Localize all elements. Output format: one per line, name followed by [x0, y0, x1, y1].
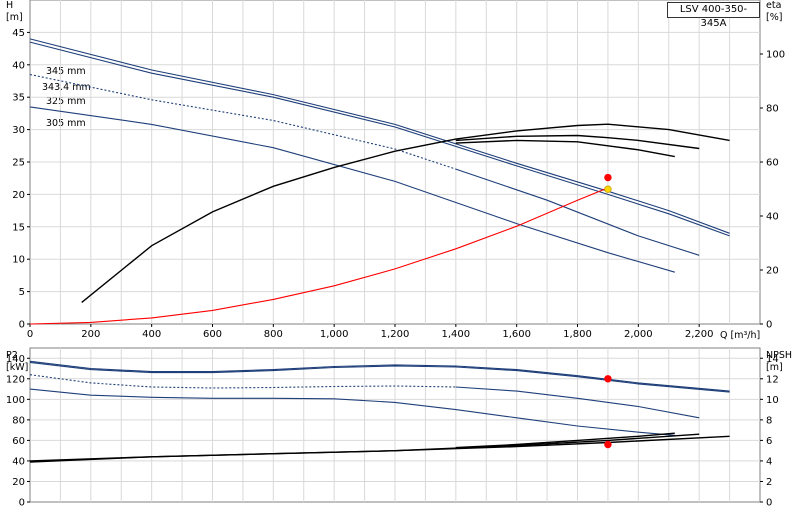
- power_npsh-series-4: [29, 388, 675, 436]
- power_npsh-y2tick-label: 4: [766, 456, 772, 467]
- plot-layer: 0510152025303540450204060801000 200 400 600…: [6, 0, 785, 509]
- head-xtick-label: 400: [142, 329, 161, 340]
- head-y2tick-label: 20: [766, 266, 779, 277]
- head-ytick-label: 35: [12, 93, 25, 104]
- power_npsh-y2tick-label: 12: [766, 374, 779, 385]
- head-ytick-label: 30: [12, 125, 25, 136]
- power_npsh-y2tick-label: 14: [766, 354, 779, 365]
- head-xtick-label: 200: [81, 329, 100, 340]
- model-label: LSV 400-350-345A: [667, 2, 760, 29]
- head-y2tick-label: 0: [766, 320, 772, 331]
- head-xtick-label: 1,600: [502, 329, 531, 340]
- power_npsh-y2tick-label: 2: [766, 477, 772, 488]
- head-xtick-label: 1,000: [320, 329, 349, 340]
- head-xtick-label: 1,400: [442, 329, 471, 340]
- power_npsh-ytick-label: 40: [12, 456, 25, 467]
- head-xtick-label: 1,200: [381, 329, 410, 340]
- head-ytick-label: 20: [12, 190, 25, 201]
- label-305mm: 305 mm: [46, 118, 86, 129]
- power_npsh-duty-point-1: [604, 440, 612, 449]
- power_npsh-ytick-label: 80: [12, 415, 25, 426]
- power_npsh-ytick-label: 120: [6, 374, 25, 385]
- head-xtick-label: 2,000: [624, 329, 653, 340]
- power_npsh-ytick-label: 60: [12, 436, 25, 447]
- power_npsh-y2tick-label: 8: [766, 415, 772, 426]
- head-ytick-label: 5: [19, 287, 25, 298]
- h-axis-unit: [m]: [6, 12, 23, 23]
- power_npsh-series-0: [29, 360, 730, 392]
- head-ytick-label: 15: [12, 222, 25, 233]
- label-343-4mm: 343.4 mm: [42, 82, 91, 93]
- power_npsh-y2tick-label: 6: [766, 436, 772, 447]
- eta-axis-title: eta: [766, 0, 781, 11]
- head-series-5: [29, 187, 609, 325]
- head-y2tick-label: 40: [766, 212, 779, 223]
- power_npsh-ytick-label: 0: [19, 498, 25, 509]
- head-duty-point-1: [604, 185, 612, 193]
- power_npsh-series-1: [29, 361, 730, 393]
- label-345mm: 345 mm: [46, 66, 86, 77]
- power_npsh-duty-point-0: [604, 375, 612, 383]
- head-y2tick-label: 100: [766, 50, 785, 61]
- pump-performance-chart: H [m] eta [%] Q [m³/h] P2 [kW] NPSH [m] …: [6, 0, 792, 509]
- head-series-6: [81, 123, 730, 303]
- power_npsh-ytick-label: 140: [6, 354, 25, 365]
- h-axis-title: H: [6, 0, 13, 11]
- head-ytick-label: 10: [12, 255, 25, 266]
- head-y2tick-label: 80: [766, 104, 779, 115]
- head-series-4: [29, 106, 675, 273]
- power_npsh-ytick-label: 100: [6, 395, 25, 406]
- head-y2tick-label: 60: [766, 158, 779, 169]
- eta-axis-unit: [%]: [766, 12, 782, 23]
- head-xtick-label: 1,800: [563, 329, 592, 340]
- head-duty-point-0: [604, 173, 612, 182]
- head-ytick-label: 45: [12, 28, 25, 39]
- head-ytick-label: 25: [12, 158, 25, 169]
- power_npsh-y2tick-label: 0: [766, 498, 772, 509]
- power_npsh-y2tick-label: 10: [766, 395, 779, 406]
- head-xtick-label: 2,200: [685, 329, 714, 340]
- head-xtick-label: 800: [264, 329, 283, 340]
- head-ytick-label: 40: [12, 60, 25, 71]
- head-ytick-label: 0: [19, 320, 25, 331]
- q-axis-title: Q [m³/h]: [720, 330, 760, 341]
- head-xtick-label: 600: [203, 329, 222, 340]
- head-xtick-label: 0: [27, 329, 33, 340]
- power_npsh-ytick-label: 20: [12, 477, 25, 488]
- head-series-0: [29, 38, 730, 234]
